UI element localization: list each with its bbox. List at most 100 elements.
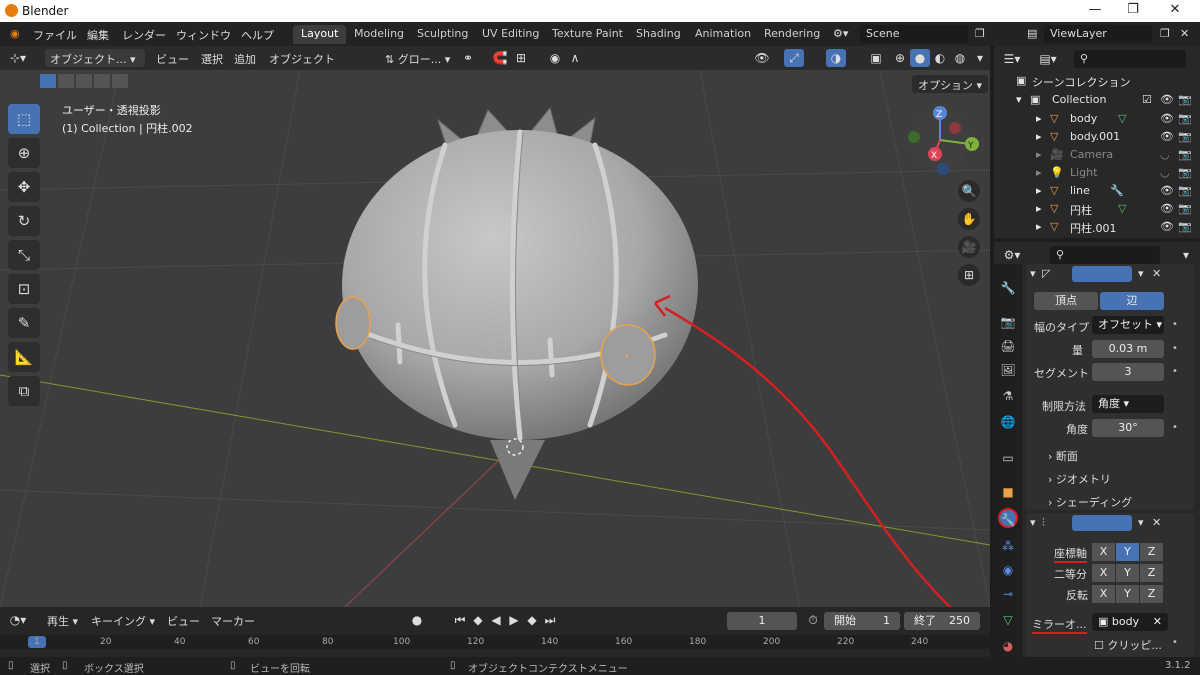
timeline-view-menu[interactable]: ビュー xyxy=(162,611,205,629)
panel-collapse-icon[interactable]: ▾ xyxy=(1030,267,1036,280)
camera-render-icon[interactable]: 📷 xyxy=(1178,184,1192,197)
section-geometry[interactable]: › ジオメトリ xyxy=(1048,471,1111,487)
xray-icon[interactable]: ▣ xyxy=(866,49,886,67)
tab-shading[interactable]: Shading xyxy=(628,25,689,44)
transform-tool-icon[interactable]: ⊡ xyxy=(8,274,40,304)
bisect-z-toggle[interactable]: Z xyxy=(1140,564,1163,582)
ortho-grid-icon[interactable]: ⊞ xyxy=(958,264,980,286)
maximize-icon[interactable]: ❐ xyxy=(1118,2,1148,20)
scene-tab-icon[interactable]: ⚗ xyxy=(998,386,1018,406)
timeline-keying-menu[interactable]: キーイング ▾ xyxy=(86,611,160,629)
flip-y-toggle[interactable]: Y xyxy=(1116,585,1139,603)
physics-tab-icon[interactable]: ◉ xyxy=(998,560,1018,580)
clipping-checkbox[interactable]: ☐ クリッピ... xyxy=(1094,637,1162,653)
panel-collapse-icon[interactable]: ▾ xyxy=(1030,516,1036,529)
tool-tab-icon[interactable]: 🔧 xyxy=(998,278,1018,298)
overlay-toggle-icon[interactable]: ◑ xyxy=(826,49,846,67)
transform-orientation-dropdown[interactable]: ⇅ グロー... ▾ xyxy=(380,49,455,67)
camera-render-icon[interactable]: 📷 xyxy=(1178,220,1192,233)
expand-icon[interactable]: ▸ xyxy=(1036,184,1042,197)
tab-sculpting[interactable]: Sculpting xyxy=(409,25,476,44)
visibility-icon[interactable]: 👁 xyxy=(752,49,772,67)
pan-hand-icon[interactable]: ✋ xyxy=(958,208,980,230)
cursor-tool-icon[interactable]: ⊕ xyxy=(8,138,40,168)
camera-render-icon[interactable]: 📷 xyxy=(1178,112,1192,125)
select-subtract-icon[interactable] xyxy=(76,74,92,88)
outliner-item-light[interactable]: ▸ 💡 Light ◡ 📷 xyxy=(994,164,1200,182)
tab-edges[interactable]: 辺 xyxy=(1100,292,1164,310)
jump-end-icon[interactable]: ⏭ xyxy=(540,611,560,629)
modifier-tab-wrench-icon[interactable]: 🔧 xyxy=(998,508,1018,528)
keyframe-dot[interactable]: • xyxy=(1172,366,1178,377)
keyframe-dot[interactable]: • xyxy=(1172,637,1178,648)
menu-window[interactable]: ウィンドウ xyxy=(176,27,231,43)
camera-render-icon[interactable]: 📷 xyxy=(1178,148,1192,161)
limit-method-dropdown[interactable]: 角度 ▾ xyxy=(1092,395,1164,413)
modifier-visibility-toggles[interactable] xyxy=(1072,266,1132,282)
menu-render[interactable]: レンダー xyxy=(122,27,166,43)
mode-dropdown[interactable]: オブジェクト... ▾ xyxy=(45,49,145,67)
axis-x-toggle[interactable]: X xyxy=(1092,543,1115,561)
expand-icon[interactable]: ▸ xyxy=(1036,112,1042,125)
material-tab-icon[interactable]: ◕ xyxy=(998,636,1018,656)
eye-icon[interactable]: 👁 xyxy=(1160,93,1174,106)
timeline-marker-menu[interactable]: マーカー xyxy=(206,611,260,629)
zoom-icon[interactable]: 🔍 xyxy=(958,180,980,202)
outliner-item-cylinder001[interactable]: ▸ ▽ 円柱.001 👁 📷 xyxy=(994,218,1200,236)
menu-add[interactable]: 追加 xyxy=(229,49,261,67)
camera-render-icon[interactable]: 📷 xyxy=(1178,130,1192,143)
options-dropdown[interactable]: オプション ▾ xyxy=(912,75,989,93)
new-view-layer-icon[interactable]: ❐ xyxy=(1160,27,1170,40)
select-intersect-icon[interactable] xyxy=(112,74,128,88)
mirror-object-field[interactable]: ▣ body ✕ xyxy=(1092,613,1168,631)
tab-rendering[interactable]: Rendering xyxy=(756,25,828,44)
shading-rendered-icon[interactable]: ◍ xyxy=(950,49,970,67)
timeline-ruler[interactable]: 1 20 40 60 80 100 120 140 160 180 200 22… xyxy=(0,635,990,649)
object-tab-icon[interactable]: ■ xyxy=(998,482,1018,502)
add-cube-tool-icon[interactable]: ⧉ xyxy=(8,376,40,406)
angle-field[interactable]: 30° xyxy=(1092,419,1164,437)
view-layer-icon[interactable]: ▤ xyxy=(1027,27,1037,40)
blender-menu-icon[interactable]: ◉ xyxy=(10,27,20,40)
close-icon[interactable]: ✕ xyxy=(1160,2,1190,20)
record-icon[interactable]: ● xyxy=(407,611,427,629)
collection-tab-icon[interactable]: ▭ xyxy=(998,448,1018,468)
scene-icon[interactable]: ⚙▾ xyxy=(833,27,848,40)
gizmo-toggle-icon[interactable]: ⤢ xyxy=(784,49,804,67)
measure-tool-icon[interactable]: 📐 xyxy=(8,342,40,372)
output-tab-icon[interactable]: 🖨 xyxy=(998,336,1018,356)
camera-render-icon[interactable]: 📷 xyxy=(1178,93,1192,106)
bisect-x-toggle[interactable]: X xyxy=(1092,564,1115,582)
shading-material-icon[interactable]: ◐ xyxy=(930,49,950,67)
outliner-item-body[interactable]: ▸ ▽ body ▽ 👁 📷 xyxy=(994,110,1200,128)
section-shading[interactable]: › シェーディング xyxy=(1048,494,1132,510)
keyframe-dot[interactable]: • xyxy=(1172,422,1178,433)
3d-viewport[interactable]: Z Y X ユーザー・透視投影 (1) Collection | 円柱.002 … xyxy=(0,70,990,607)
tab-uv-editing[interactable]: UV Editing xyxy=(474,25,547,44)
tab-layout[interactable]: Layout xyxy=(293,25,347,44)
move-tool-icon[interactable]: ✥ xyxy=(8,172,40,202)
jump-start-icon[interactable]: ⏮ xyxy=(450,611,470,629)
left-eye-selected[interactable] xyxy=(335,296,371,350)
eye-hidden-icon[interactable]: ◡ xyxy=(1160,148,1170,161)
world-tab-icon[interactable]: 🌐 xyxy=(998,412,1018,432)
new-scene-icon[interactable]: ❐ xyxy=(975,27,985,40)
properties-options-icon[interactable]: ▾ xyxy=(1176,246,1196,264)
modifier-menu-icon[interactable]: ▾ xyxy=(1138,267,1144,280)
falloff-icon[interactable]: ∧ xyxy=(565,49,585,67)
preview-range-icon[interactable]: ⏱ xyxy=(803,611,823,629)
amount-field[interactable]: 0.03 m xyxy=(1092,340,1164,358)
eye-icon[interactable]: 👁 xyxy=(1160,220,1174,233)
modifier-menu-icon[interactable]: ▾ xyxy=(1138,516,1144,529)
shading-wireframe-icon[interactable]: ⊕ xyxy=(890,49,910,67)
prev-keyframe-icon[interactable]: ◆ xyxy=(468,611,488,629)
axis-y-toggle[interactable]: Y xyxy=(1116,543,1139,561)
outliner-item-camera[interactable]: ▸ 🎥 Camera ◡ 📷 xyxy=(994,146,1200,164)
menu-file[interactable]: ファイル xyxy=(33,27,77,43)
segments-field[interactable]: 3 xyxy=(1092,363,1164,381)
menu-select[interactable]: 選択 xyxy=(196,49,228,67)
eye-hidden-icon[interactable]: ◡ xyxy=(1160,166,1170,179)
menu-edit[interactable]: 編集 xyxy=(87,27,109,43)
play-icon[interactable]: ▶ xyxy=(504,611,524,629)
constraints-tab-icon[interactable]: ⊸ xyxy=(998,584,1018,604)
